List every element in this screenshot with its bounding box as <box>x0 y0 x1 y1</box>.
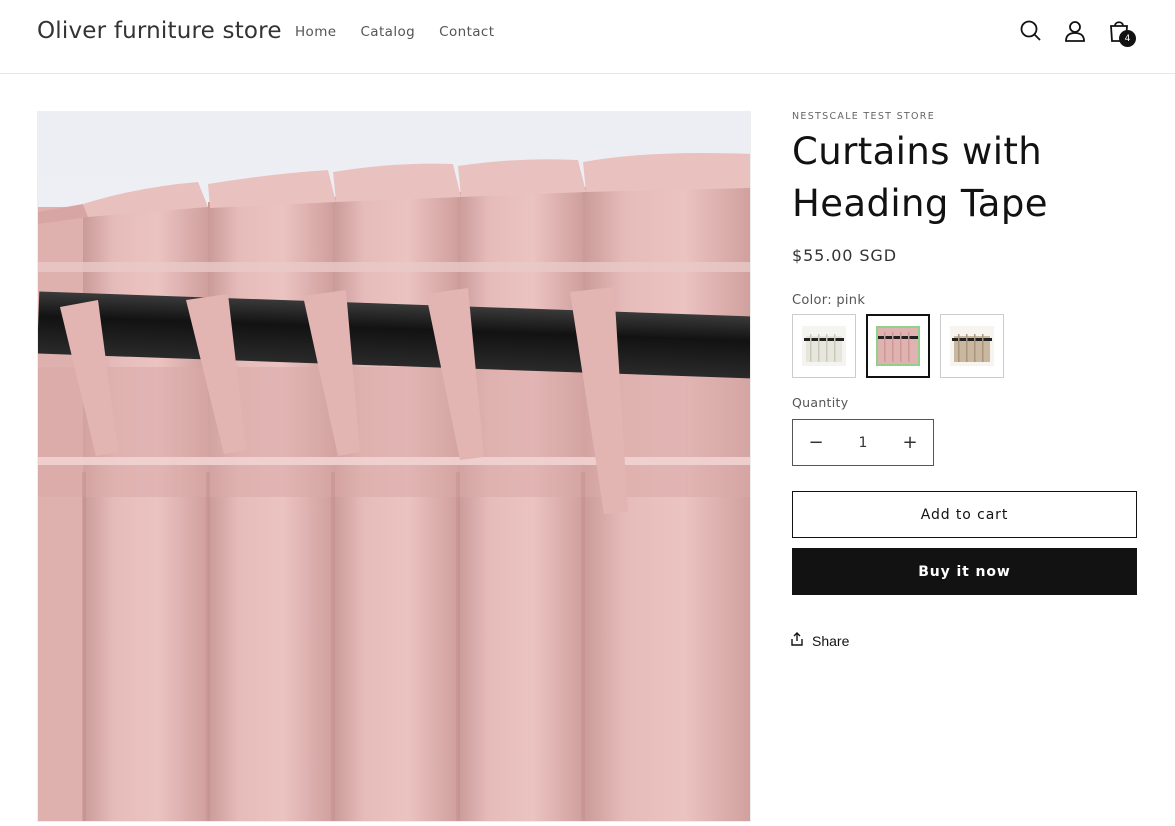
share-label: Share <box>812 632 850 649</box>
account-icon[interactable] <box>1062 18 1088 44</box>
site-header: Oliver furniture store Home Catalog Cont… <box>0 0 1175 74</box>
buy-now-button[interactable]: Buy it now <box>792 548 1137 595</box>
cart-count-badge: 4 <box>1119 30 1136 47</box>
product-image[interactable] <box>37 111 751 822</box>
product-price: $55.00 SGD <box>792 246 897 265</box>
color-label: Color: pink <box>792 293 866 308</box>
share-icon <box>790 632 804 649</box>
main-nav: Home Catalog Contact <box>295 24 494 40</box>
quantity-label: Quantity <box>792 395 849 410</box>
curtain-photo <box>38 112 750 821</box>
curtain-thumbnail-icon <box>950 326 994 366</box>
search-icon[interactable] <box>1018 18 1044 44</box>
nav-contact[interactable]: Contact <box>439 24 494 40</box>
product-title: Curtains with Heading Tape <box>792 130 1048 225</box>
quantity-increase-button[interactable]: + <box>887 420 933 465</box>
share-button[interactable]: Share <box>790 632 849 649</box>
store-logo[interactable]: Oliver furniture store <box>37 18 282 44</box>
nav-catalog[interactable]: Catalog <box>360 24 415 40</box>
nav-home[interactable]: Home <box>295 24 336 40</box>
quantity-input[interactable]: 1 <box>839 435 887 451</box>
product-vendor: NESTSCALE TEST STORE <box>792 111 935 122</box>
color-swatch-beige[interactable] <box>940 314 1004 378</box>
curtain-thumbnail-icon <box>802 326 846 366</box>
quantity-stepper: − 1 + <box>792 419 934 466</box>
curtain-thumbnail-icon <box>876 326 920 366</box>
color-swatch-pink[interactable] <box>866 314 930 378</box>
color-swatch-white[interactable] <box>792 314 856 378</box>
quantity-decrease-button[interactable]: − <box>793 420 839 465</box>
add-to-cart-button[interactable]: Add to cart <box>792 491 1137 538</box>
